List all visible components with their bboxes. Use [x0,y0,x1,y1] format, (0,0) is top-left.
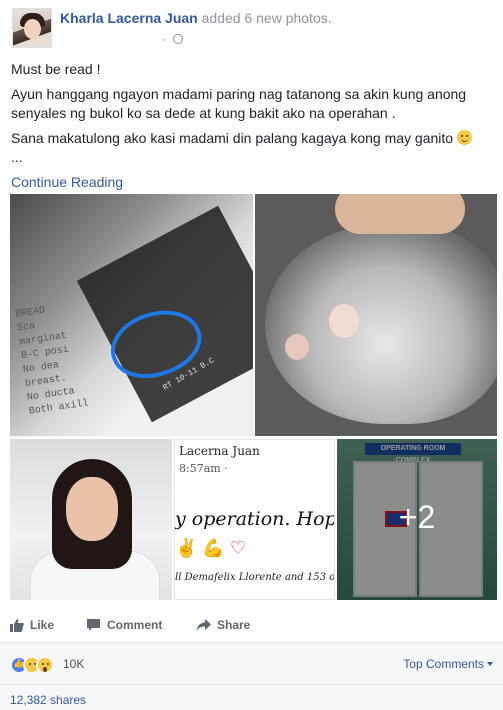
top-comments-dropdown[interactable]: Top Comments [403,657,493,671]
photo-operating-room[interactable]: OPERATING ROOM COMPLEX +2 [337,439,497,600]
comment-icon [87,619,100,631]
post-actions-bar: Like Comment Share [10,612,493,644]
thumbs-up-icon [10,619,24,632]
author-name-link[interactable]: Kharla Lacerna Juan [60,10,198,26]
share-button[interactable]: Share [196,618,250,632]
author-line: Kharla Lacerna Juan added 6 new photos. [60,10,332,26]
reactions-bar: 10K Top Comments [0,642,503,684]
screenshot-author: Lacerna Juan [179,444,260,458]
globe-icon[interactable] [173,34,184,44]
meta-dot: · [162,32,166,46]
reaction-count[interactable]: 10K [63,657,84,671]
like-label: Like [30,618,55,632]
post-paragraph: Must be read ! [11,61,101,77]
screenshot-text: y operation. Hope [175,508,335,530]
screenshot-time: 8:57am · [179,462,228,475]
caret-down-icon [487,662,493,666]
photo-grid: BREAD Sca marginat B-C posi No dea breas… [10,194,497,600]
like-button[interactable]: Like [10,618,54,632]
shares-count-link[interactable]: 12,382 shares [10,693,86,707]
smile-emoji-icon [456,130,472,145]
comment-label: Comment [107,618,163,632]
photo-ultrasound[interactable]: BREAD Sca marginat B-C posi No dea breas… [10,194,253,436]
post-meta: · [162,32,184,46]
photo-post-screenshot[interactable]: Lacerna Juan 8:57am · y operation. Hope … [174,439,335,600]
continue-reading-link[interactable]: Continue Reading [11,173,123,192]
post-paragraph: Ayun hanggang ngayon madami paring nag t… [11,86,467,121]
post-paragraph: Sana makatulong ako kasi madami din pala… [11,129,495,167]
comment-button[interactable]: Comment [86,618,162,632]
post-header: Kharla Lacerna Juan added 6 new photos. … [12,8,492,48]
post-body: Must be read ! Ayun hanggang ngayon mada… [11,60,495,192]
more-photos-count[interactable]: +2 [337,499,497,536]
wow-reaction-icon [36,656,54,674]
share-arrow-icon [196,619,211,631]
top-comments-label: Top Comments [403,657,484,671]
post-action-text: added 6 new photos. [201,10,332,26]
screenshot-tags: ll Demafelix Llorente and 153 other [175,572,335,583]
screenshot-icons: ✌ 💪 ♡ [175,538,246,558]
photo-selfie[interactable] [10,439,172,600]
post-ellipsis: ... [11,149,23,165]
share-label: Share [217,618,251,632]
shares-bar: 12,382 shares [0,684,503,710]
author-avatar[interactable] [12,8,52,48]
photo-tray[interactable] [255,194,497,436]
post-paragraph-text: Sana makatulong ako kasi madami din pala… [11,130,454,146]
